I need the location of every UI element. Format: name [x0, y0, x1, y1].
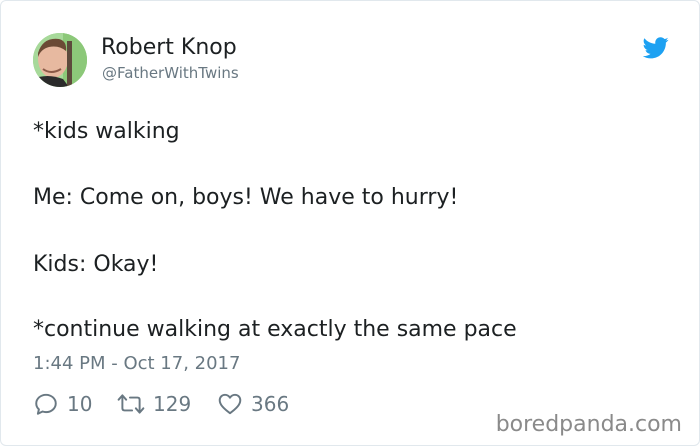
tweet-timestamp[interactable]: 1:44 PM - Oct 17, 2017: [33, 351, 240, 377]
tweet-text-line-4: *continue walking at exactly the same pa…: [33, 317, 517, 342]
heart-icon: [218, 393, 242, 415]
author-avatar[interactable]: [33, 33, 87, 87]
reply-icon: [35, 393, 57, 415]
reply-count: 10: [67, 392, 93, 416]
watermark: boredpanda.com: [495, 412, 682, 437]
reply-button[interactable]: 10: [33, 390, 92, 418]
tweet-text-line-1: *kids walking: [33, 119, 180, 144]
twitter-bird-icon[interactable]: [642, 37, 669, 59]
tweet-card: Robert Knop @FatherWithTwins *kids walki…: [0, 0, 700, 446]
author-handle[interactable]: @FatherWithTwins: [102, 63, 239, 83]
like-count: 366: [251, 392, 290, 416]
retweet-button[interactable]: 129: [117, 390, 191, 418]
retweet-icon: [117, 394, 145, 414]
tweet-text-line-3: Kids: Okay!: [33, 252, 159, 277]
like-button[interactable]: 366: [217, 390, 289, 418]
author-name[interactable]: Robert Knop: [101, 34, 237, 62]
retweet-count: 129: [153, 392, 192, 416]
tweet-text-line-2: Me: Come on, boys! We have to hurry!: [33, 185, 459, 210]
user-photo-avatar-icon: [33, 33, 87, 87]
